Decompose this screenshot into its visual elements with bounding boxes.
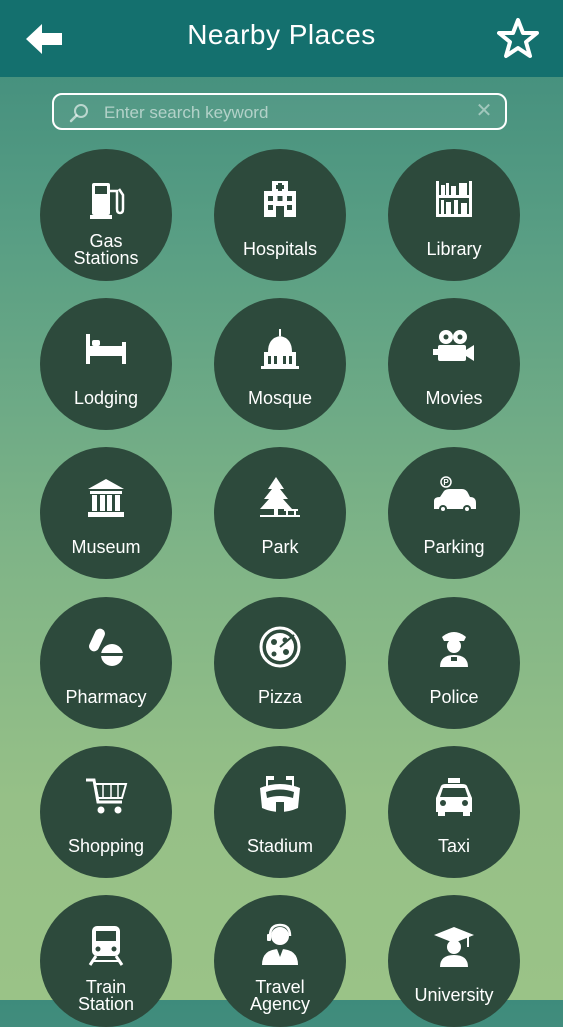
travel-agent-icon (258, 923, 302, 967)
place-shopping[interactable]: Shopping (40, 746, 172, 878)
library-icon (432, 177, 476, 221)
tree-icon (258, 475, 302, 519)
place-label: Pharmacy (65, 687, 147, 707)
bed-icon (84, 326, 128, 370)
search-bar: ✕ (52, 93, 507, 130)
place-label: Museum (71, 537, 141, 557)
clear-search-icon[interactable]: ✕ (473, 100, 495, 122)
place-train-station[interactable]: Train Station (40, 895, 172, 1027)
parking-car-icon: P (432, 475, 476, 519)
place-pizza[interactable]: Pizza (214, 597, 346, 729)
stadium-icon (258, 774, 302, 818)
place-label: Taxi (437, 836, 470, 856)
place-movies[interactable]: Movies (388, 298, 520, 430)
place-label: Library (426, 239, 482, 259)
place-label: Hospitals (242, 239, 318, 259)
star-icon (497, 18, 539, 58)
search-icon (69, 104, 88, 123)
place-taxi[interactable]: Taxi (388, 746, 520, 878)
museum-icon (84, 475, 128, 519)
place-university[interactable]: University (388, 895, 520, 1027)
place-library[interactable]: Library (388, 149, 520, 281)
place-label: Train Station (77, 977, 135, 1014)
place-label: Mosque (247, 388, 313, 408)
search-input[interactable] (102, 98, 466, 128)
place-label: Pizza (257, 687, 302, 707)
place-label: Police (429, 687, 479, 707)
app-header: Nearby Places (0, 0, 563, 77)
place-travel-agency[interactable]: Travel Agency (214, 895, 346, 1027)
place-label: Movies (425, 388, 483, 408)
gas-station-icon (84, 177, 128, 221)
place-parking[interactable]: P Parking (388, 447, 520, 579)
pizza-icon (258, 625, 302, 669)
svg-text:P: P (443, 478, 449, 487)
train-icon (84, 923, 128, 967)
place-park[interactable]: Park (214, 447, 346, 579)
pills-icon (84, 625, 128, 669)
place-lodging[interactable]: Lodging (40, 298, 172, 430)
place-label: University (414, 985, 494, 1005)
page-title: Nearby Places (187, 19, 376, 50)
place-museum[interactable]: Museum (40, 447, 172, 579)
hospital-icon (258, 177, 302, 221)
taxi-icon (432, 774, 476, 818)
place-hospitals[interactable]: Hospitals (214, 149, 346, 281)
place-label: Stadium (246, 836, 314, 856)
place-label: Travel Agency (249, 977, 311, 1014)
mosque-icon (258, 326, 302, 370)
shopping-cart-icon (84, 774, 128, 818)
place-mosque[interactable]: Mosque (214, 298, 346, 430)
place-pharmacy[interactable]: Pharmacy (40, 597, 172, 729)
movie-camera-icon (432, 326, 476, 370)
place-label: Lodging (73, 388, 139, 408)
graduation-cap-icon (432, 923, 476, 967)
place-label: Gas Stations (73, 231, 139, 268)
place-label: Parking (423, 537, 485, 557)
place-stadium[interactable]: Stadium (214, 746, 346, 878)
favorites-button[interactable] (497, 17, 539, 59)
place-label: Shopping (67, 836, 145, 856)
place-label: Park (261, 537, 299, 557)
place-police[interactable]: Police (388, 597, 520, 729)
police-officer-icon (432, 625, 476, 669)
place-gas-stations[interactable]: Gas Stations (40, 149, 172, 281)
